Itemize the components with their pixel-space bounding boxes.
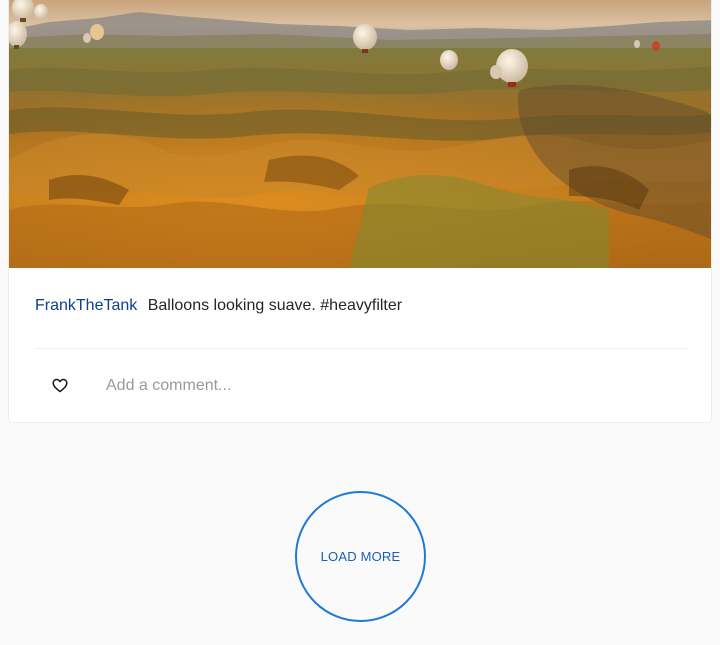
- heart-outline-icon: [52, 378, 68, 392]
- feed-page: FrankTheTank Balloons looking suave. #he…: [0, 0, 720, 645]
- post-card: FrankTheTank Balloons looking suave. #he…: [8, 0, 712, 423]
- post-action-row: [9, 366, 711, 406]
- divider: [36, 348, 688, 349]
- username-link[interactable]: FrankTheTank: [35, 297, 137, 314]
- post-caption-row: FrankTheTank Balloons looking suave. #he…: [35, 296, 402, 316]
- balloon-landscape-image: [9, 0, 711, 268]
- post-photo[interactable]: [9, 0, 711, 268]
- load-more-button[interactable]: LOAD MORE: [295, 491, 426, 622]
- comment-input[interactable]: [106, 372, 666, 400]
- post-caption: Balloons looking suave. #heavyfilter: [147, 297, 403, 314]
- like-button[interactable]: [49, 374, 71, 396]
